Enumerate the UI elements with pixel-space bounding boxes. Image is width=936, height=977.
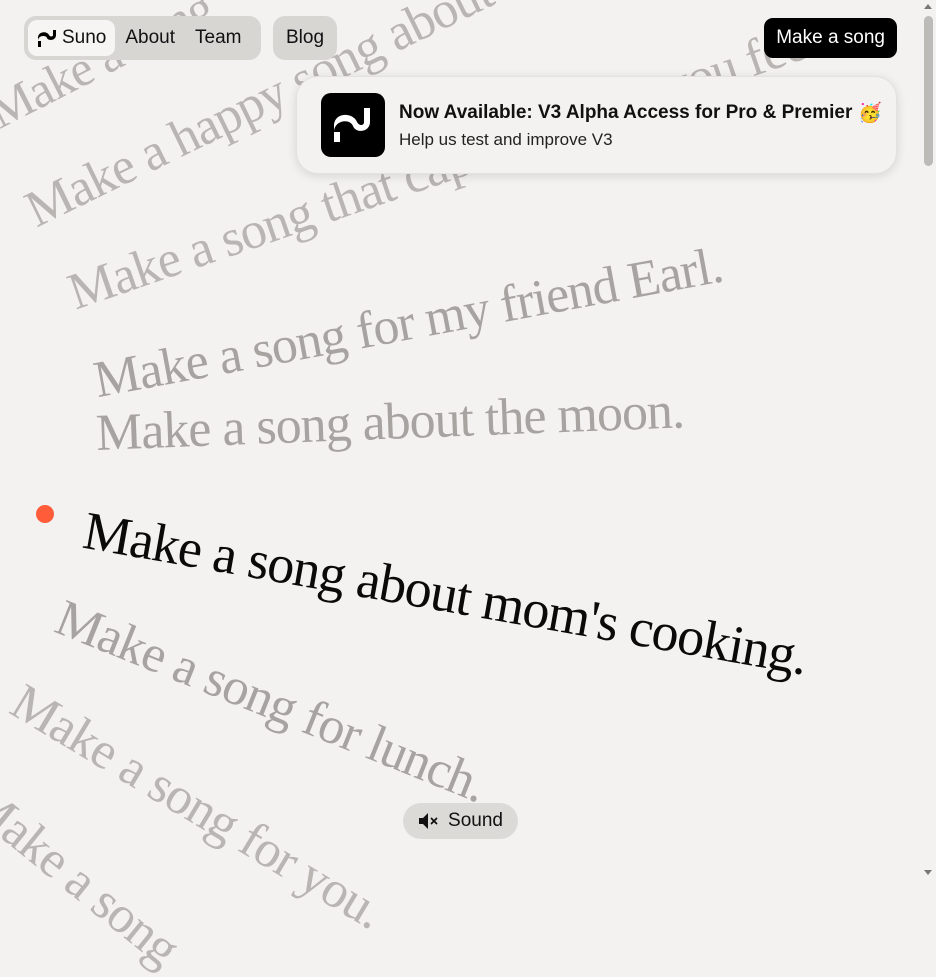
- main-nav: Suno About Team: [24, 16, 261, 60]
- make-a-song-button[interactable]: Make a song: [764, 18, 897, 58]
- speaker-muted-icon: [418, 812, 440, 830]
- sound-label: Sound: [448, 810, 503, 831]
- scroll-up-arrow-icon[interactable]: [924, 4, 932, 9]
- nav-blog[interactable]: Blog: [276, 20, 334, 56]
- active-indicator-dot: [36, 505, 54, 523]
- scrollbar-thumb[interactable]: [924, 16, 933, 166]
- announcement-title: Now Available: V3 Alpha Access for Pro &…: [399, 101, 853, 123]
- nav-brand-label: Suno: [62, 27, 107, 48]
- suno-logo-icon: [36, 27, 58, 49]
- scroll-down-arrow-icon[interactable]: [924, 870, 932, 875]
- nav-about[interactable]: About: [115, 20, 185, 56]
- page-scrollbar[interactable]: [921, 0, 936, 879]
- phrase-item: Make a song about the moon.: [94, 382, 685, 462]
- nav-team[interactable]: Team: [185, 20, 251, 56]
- party-emoji-icon: 🥳: [858, 102, 883, 124]
- suno-app-icon: [321, 93, 385, 157]
- blog-nav: Blog: [273, 16, 337, 60]
- sound-toggle-button[interactable]: Sound: [403, 803, 518, 839]
- announcement-subtitle: Help us test and improve V3: [399, 129, 613, 149]
- nav-home-suno[interactable]: Suno: [28, 20, 116, 56]
- announcement-banner[interactable]: Now Available: V3 Alpha Access for Pro &…: [296, 76, 897, 174]
